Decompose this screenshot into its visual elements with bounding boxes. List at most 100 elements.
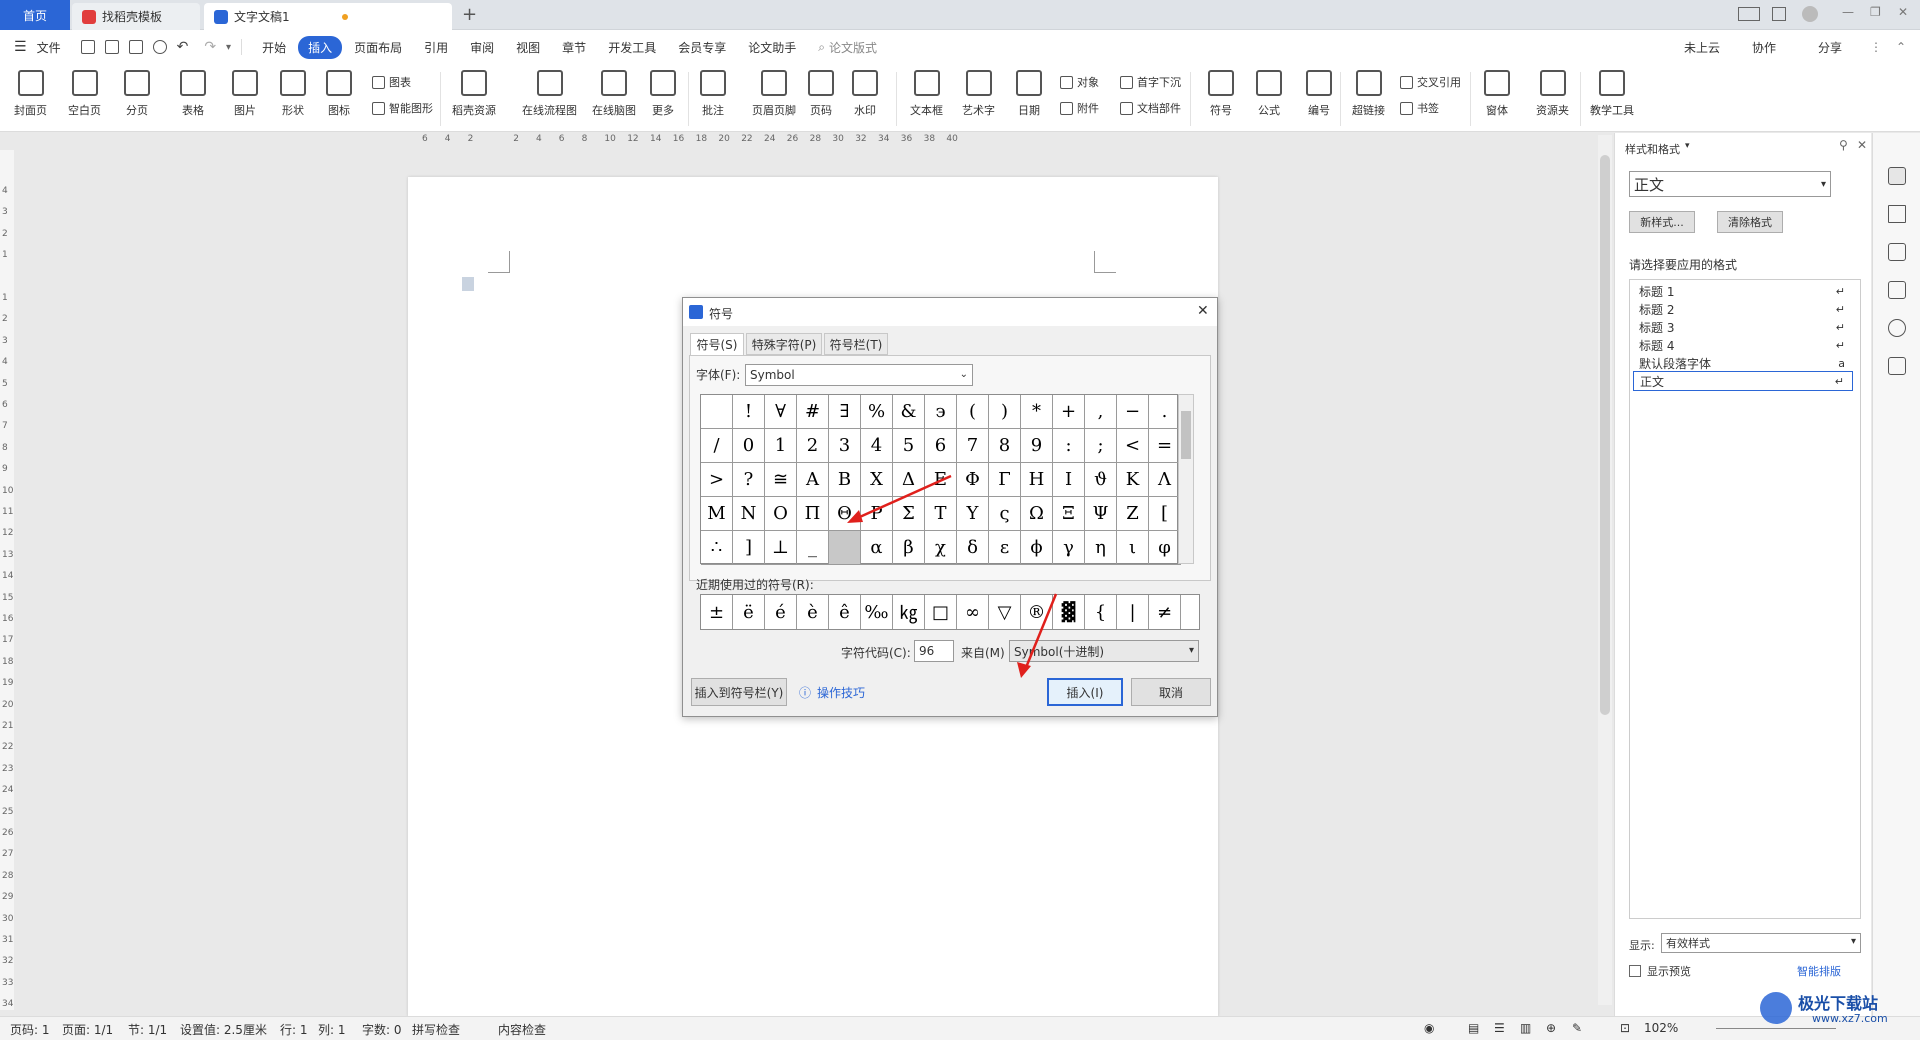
tab-home[interactable]: 首页: [0, 0, 70, 30]
share-button[interactable]: 分享: [1818, 39, 1842, 56]
menu-thesis[interactable]: 论文助手: [738, 36, 806, 59]
status-words[interactable]: 字数: 0: [362, 1021, 402, 1038]
ribbon-small-7[interactable]: 书签: [1400, 100, 1439, 116]
select-icon[interactable]: [1888, 205, 1906, 223]
tab-document[interactable]: 文字文稿1: [204, 3, 452, 30]
avatar[interactable]: [1802, 6, 1818, 22]
ribbon-button-16[interactable]: 艺术字: [962, 70, 995, 118]
eye-icon[interactable]: ◉: [1424, 1021, 1434, 1035]
undo-icon[interactable]: ↶: [177, 39, 189, 55]
ribbon-button-9[interactable]: 在线脑图: [592, 70, 636, 118]
ribbon-button-14[interactable]: 水印: [852, 70, 878, 118]
location-icon[interactable]: [1888, 319, 1906, 337]
book-icon[interactable]: [1888, 357, 1906, 375]
paragraph-icon[interactable]: [462, 277, 474, 291]
zoom-slider[interactable]: [1716, 1028, 1836, 1029]
current-style-select[interactable]: 正文 ▾: [1629, 171, 1831, 197]
redo-icon[interactable]: ↷: [204, 39, 216, 55]
style-icon[interactable]: [1888, 167, 1906, 185]
ribbon-button-21[interactable]: 超链接: [1352, 70, 1385, 118]
ribbon-button-10[interactable]: 更多: [650, 70, 676, 118]
ribbon-button-2[interactable]: 分页: [124, 70, 150, 118]
ribbon-small-2[interactable]: 对象: [1060, 74, 1099, 90]
pen-icon[interactable]: ✎: [1572, 1021, 1582, 1035]
read-view-icon[interactable]: ▥: [1520, 1021, 1531, 1035]
style-item[interactable]: 正文 ↵: [1633, 371, 1853, 391]
style-item[interactable]: 标题 1 ↵: [1633, 281, 1853, 301]
more-icon[interactable]: ⋮: [1870, 40, 1882, 54]
menu-page-layout[interactable]: 页面布局: [344, 36, 412, 59]
menu-insert[interactable]: 插入: [298, 35, 343, 59]
content-check[interactable]: 内容检查: [498, 1021, 546, 1038]
ribbon-button-15[interactable]: 文本框: [910, 70, 943, 118]
hamburger-icon[interactable]: ☰: [14, 39, 27, 55]
menu-start[interactable]: 开始: [252, 36, 296, 59]
collapse-ribbon-icon[interactable]: ⌃: [1896, 40, 1906, 54]
ribbon-button-11[interactable]: 批注: [700, 70, 726, 118]
ribbon-button-3[interactable]: 表格: [180, 70, 206, 118]
tab-template[interactable]: 找稻壳模板: [72, 3, 200, 30]
close-window-button[interactable]: ✕: [1898, 5, 1908, 19]
ribbon-small-1[interactable]: 智能图形: [372, 100, 433, 116]
collab-button[interactable]: 协作: [1752, 39, 1776, 56]
vertical-scrollbar[interactable]: [1598, 135, 1612, 1005]
new-tab-button[interactable]: +: [462, 4, 477, 25]
web-view-icon[interactable]: ⊕: [1546, 1021, 1556, 1035]
ribbon-small-0[interactable]: 图表: [372, 74, 411, 90]
ribbon-small-4[interactable]: 首字下沉: [1120, 74, 1181, 90]
ribbon-button-24[interactable]: 教学工具: [1590, 70, 1634, 118]
export-icon[interactable]: [104, 40, 119, 54]
ribbon-button-6[interactable]: 图标: [326, 70, 352, 118]
ribbon-button-23[interactable]: 资源夹: [1536, 70, 1569, 118]
ribbon-small-3[interactable]: 附件: [1060, 100, 1099, 116]
search-icon[interactable]: ⌕: [818, 40, 825, 55]
pane-close-icon[interactable]: ✕: [1857, 138, 1867, 152]
apps-icon[interactable]: [1772, 7, 1786, 21]
ribbon-small-5[interactable]: 文档部件: [1120, 100, 1181, 116]
ribbon-button-5[interactable]: 形状: [280, 70, 306, 118]
ribbon-button-20[interactable]: 编号: [1306, 70, 1332, 118]
preview-icon[interactable]: [152, 40, 167, 54]
ribbon-button-17[interactable]: 日期: [1016, 70, 1042, 118]
preview-checkbox[interactable]: [1629, 965, 1641, 977]
image-icon[interactable]: [1888, 281, 1906, 299]
pin-icon[interactable]: ⚲: [1839, 138, 1848, 152]
menu-chapter[interactable]: 章节: [552, 36, 596, 59]
ribbon-button-12[interactable]: 页眉页脚: [752, 70, 796, 118]
style-item[interactable]: 标题 2 ↵: [1633, 299, 1853, 319]
ribbon-button-19[interactable]: 公式: [1256, 70, 1282, 118]
spell-check[interactable]: 拼写检查: [412, 1021, 460, 1038]
outline-view-icon[interactable]: ☰: [1494, 1021, 1505, 1035]
menu-file[interactable]: 文件: [27, 36, 71, 59]
ribbon-button-0[interactable]: 封面页: [14, 70, 47, 118]
ribbon-small-6[interactable]: 交叉引用: [1400, 74, 1461, 90]
print-icon[interactable]: [128, 40, 143, 54]
scroll-thumb[interactable]: [1600, 155, 1610, 715]
layout-icon[interactable]: [1738, 7, 1760, 21]
save-icon[interactable]: [80, 40, 95, 54]
menu-view[interactable]: 视图: [506, 36, 550, 59]
menu-member[interactable]: 会员专享: [668, 36, 736, 59]
customize-icon[interactable]: ▾: [226, 42, 231, 53]
style-item[interactable]: 标题 4 ↵: [1633, 335, 1853, 355]
minimize-button[interactable]: —: [1842, 5, 1854, 19]
style-item[interactable]: 默认段落字体 a: [1633, 353, 1853, 373]
menu-review[interactable]: 审阅: [460, 36, 504, 59]
show-select[interactable]: 有效样式 ▾: [1661, 933, 1861, 953]
settings-icon[interactable]: [1888, 243, 1906, 261]
ribbon-button-8[interactable]: 在线流程图: [522, 70, 577, 118]
ribbon-button-7[interactable]: 稻壳资源: [452, 70, 496, 118]
menu-references[interactable]: 引用: [414, 36, 458, 59]
smart-layout-link[interactable]: 智能排版: [1797, 963, 1841, 979]
ribbon-button-4[interactable]: 图片: [232, 70, 258, 118]
style-item[interactable]: 标题 3 ↵: [1633, 317, 1853, 337]
search-field[interactable]: 论文版式: [829, 39, 877, 56]
zoom-level[interactable]: 102%: [1644, 1021, 1678, 1035]
cloud-status[interactable]: 未上云: [1684, 39, 1720, 56]
fit-icon[interactable]: ⊡: [1620, 1021, 1630, 1035]
new-style-button[interactable]: 新样式...: [1629, 211, 1695, 233]
page-view-icon[interactable]: ▤: [1468, 1021, 1479, 1035]
ribbon-button-13[interactable]: 页码: [808, 70, 834, 118]
clear-format-button[interactable]: 清除格式: [1717, 211, 1783, 233]
ribbon-button-1[interactable]: 空白页: [68, 70, 101, 118]
